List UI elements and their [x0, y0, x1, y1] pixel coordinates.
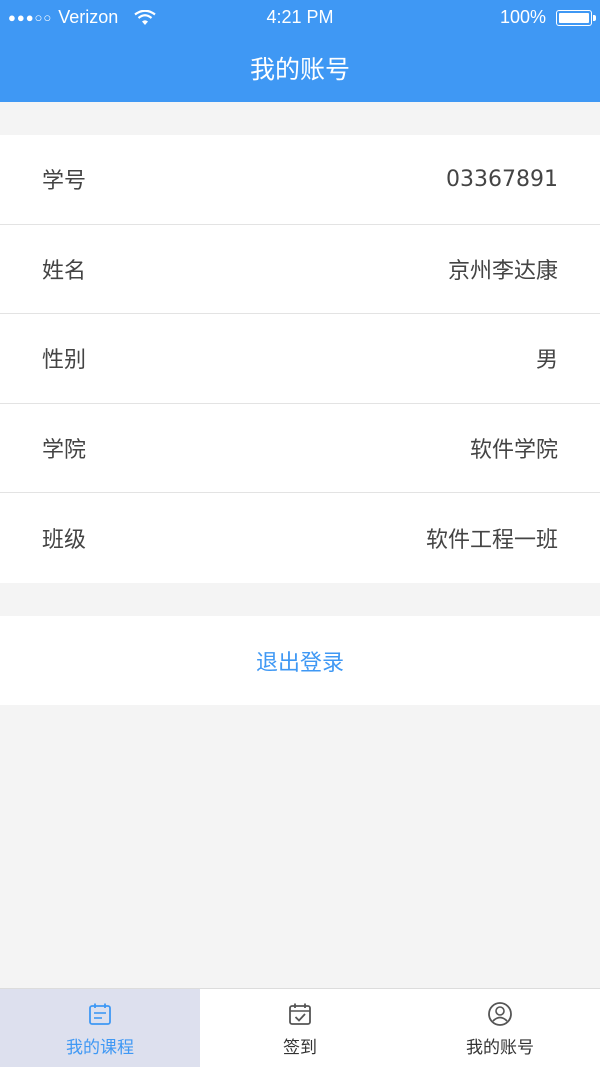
battery-icon — [556, 9, 596, 26]
row-label: 性别 — [42, 348, 87, 374]
tab-my-account[interactable]: 我的账号 — [400, 989, 600, 1067]
page-title: 我的账号 — [249, 55, 350, 84]
status-right: 100% — [499, 7, 596, 28]
profile-row-gender: 性别 男 — [0, 314, 600, 404]
row-label: 学院 — [42, 437, 87, 463]
tab-sign-in[interactable]: 签到 — [200, 989, 400, 1067]
row-label: 班级 — [42, 527, 87, 553]
profile-card: 学号 03367891 姓名 京州李达康 性别 男 学院 软件学院 班级 软件工… — [0, 135, 600, 583]
tab-label: 我的课程 — [66, 1038, 134, 1058]
user-circle-icon — [488, 1002, 512, 1026]
logout-button[interactable]: 退出登录 — [0, 616, 600, 705]
calendar-check-icon — [289, 1003, 311, 1025]
row-label: 学号 — [42, 169, 87, 195]
row-label: 姓名 — [42, 258, 87, 284]
top-bar: ●●●○○ Verizon 4:21 PM 100% 我的账号 — [0, 0, 600, 102]
row-value: 软件学院 — [469, 437, 558, 463]
tab-label: 签到 — [283, 1038, 317, 1058]
status-bar: ●●●○○ Verizon 4:21 PM 100% — [0, 0, 600, 34]
profile-row-college: 学院 软件学院 — [0, 404, 600, 493]
row-value: 京州李达康 — [447, 258, 558, 284]
row-value: 男 — [535, 348, 558, 374]
row-value: 软件工程一班 — [425, 527, 558, 553]
battery-percent: 100% — [499, 7, 546, 27]
profile-row-name: 姓名 京州李达康 — [0, 225, 600, 314]
tab-my-courses[interactable]: 我的课程 — [0, 989, 200, 1067]
profile-row-class: 班级 软件工程一班 — [0, 493, 600, 583]
tab-label: 我的账号 — [466, 1038, 534, 1058]
row-value: 03367891 — [446, 166, 558, 192]
profile-row-student-id: 学号 03367891 — [0, 135, 600, 225]
course-list-icon — [89, 1003, 111, 1025]
bottom-tab-bar: 我的课程 签到 我的账号 — [0, 988, 600, 1067]
